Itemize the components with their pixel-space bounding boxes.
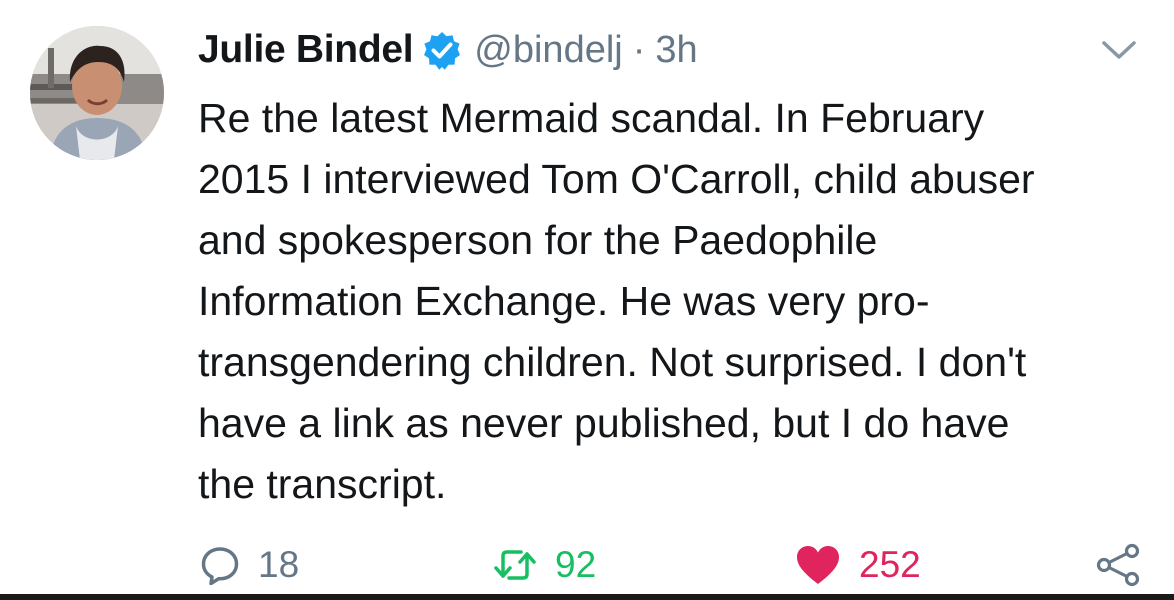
chevron-down-icon[interactable] — [1100, 36, 1138, 64]
tweet-text: Re the latest Mermaid scandal. In Februa… — [198, 95, 1035, 507]
retweet-count: 92 — [555, 544, 597, 585]
header-separator: · — [632, 28, 646, 71]
reply-bubble-icon — [200, 545, 240, 585]
like-count: 252 — [859, 544, 921, 585]
retweet-button[interactable]: 92 — [493, 535, 596, 595]
tweet-header: Julie Bindel @bindelj · 3h — [198, 20, 698, 80]
share-button[interactable] — [1094, 535, 1142, 595]
author-handle[interactable]: @bindelj — [474, 29, 622, 72]
author-name[interactable]: Julie Bindel — [198, 28, 414, 72]
verified-badge-icon — [422, 30, 462, 70]
tweet-actions: 18 92 252 — [0, 535, 1174, 595]
heart-icon — [795, 544, 841, 586]
tweet-timestamp[interactable]: 3h — [655, 29, 697, 72]
reply-count: 18 — [258, 544, 300, 585]
reply-button[interactable]: 18 — [200, 535, 299, 595]
retweet-icon — [493, 545, 537, 585]
avatar[interactable] — [30, 26, 164, 160]
bottom-divider — [0, 594, 1174, 600]
like-button[interactable]: 252 — [795, 535, 921, 595]
share-icon — [1094, 542, 1142, 588]
avatar-photo — [30, 26, 164, 160]
